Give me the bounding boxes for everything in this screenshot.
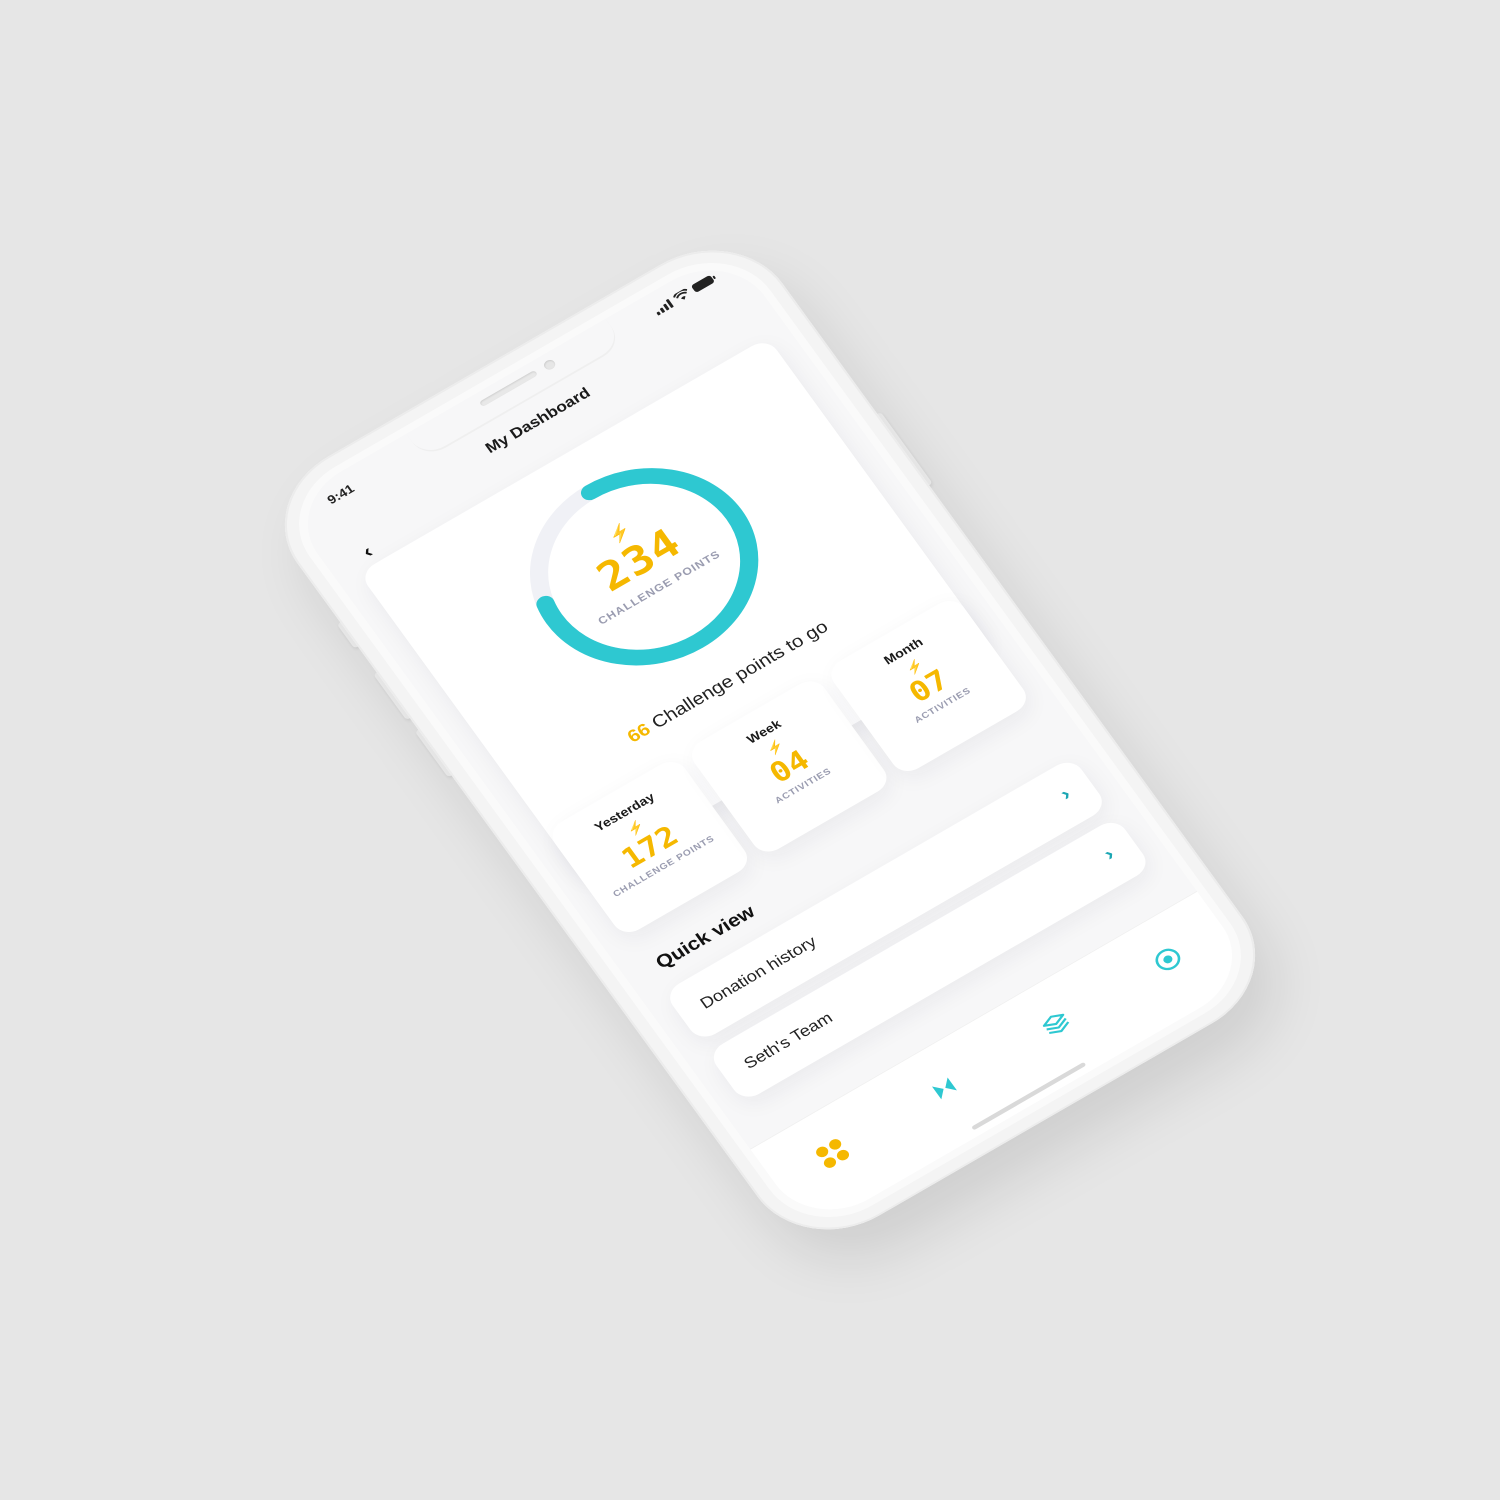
chevron-left-icon: ‹: [357, 540, 378, 563]
signal-icon: [652, 298, 674, 316]
layers-icon: [1042, 1014, 1069, 1035]
points-remaining-value: 66: [623, 719, 655, 747]
bolt-icon: [931, 1077, 957, 1100]
tab-activities[interactable]: [1031, 1002, 1081, 1046]
tab-profile[interactable]: [1143, 938, 1193, 982]
chevron-right-icon: ›: [1099, 843, 1119, 865]
chevron-right-icon: ›: [1055, 782, 1075, 805]
phone-mockup: 9:41 My Dashboard ‹ ⚡ 234 CHALLENGE POIN…: [251, 220, 1289, 1260]
quick-view-item-label: Seth's Team: [740, 1008, 836, 1073]
status-time: 9:41: [324, 481, 357, 507]
stage: 9:41 My Dashboard ‹ ⚡ 234 CHALLENGE POIN…: [0, 0, 1500, 1500]
wifi-icon: [673, 288, 688, 300]
tab-home[interactable]: [807, 1131, 857, 1175]
tab-challenges[interactable]: [919, 1067, 969, 1111]
battery-icon: [690, 274, 716, 293]
profile-circle-icon: [1155, 948, 1180, 971]
home-grid-icon: [813, 1136, 852, 1170]
